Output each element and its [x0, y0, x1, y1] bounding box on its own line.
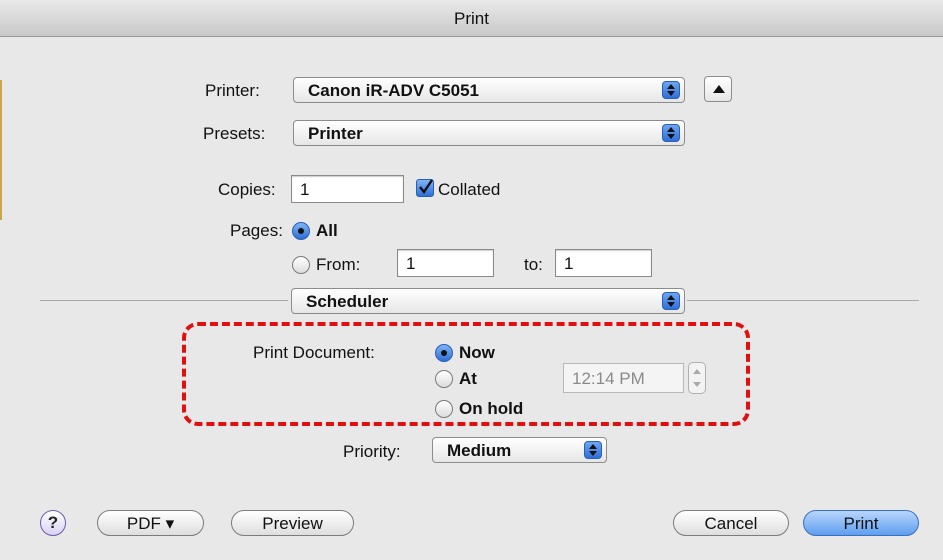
time-input[interactable]: 12:14 PM: [563, 363, 684, 393]
priority-value: Medium: [447, 441, 512, 460]
separator-left: [40, 300, 288, 301]
pdf-button-label: PDF ▾: [126, 514, 175, 533]
cancel-button-label: Cancel: [704, 514, 758, 533]
disclosure-triangle-button[interactable]: [704, 76, 732, 102]
panel-value: Scheduler: [306, 292, 389, 311]
print-now-radio[interactable]: [435, 344, 453, 362]
pages-all-radio[interactable]: [292, 222, 310, 240]
print-now-label: Now: [459, 343, 495, 362]
pages-from-input[interactable]: 1: [397, 249, 494, 277]
pages-from-radio[interactable]: [292, 256, 310, 274]
title-bar: Print: [0, 0, 943, 37]
popup-arrows-icon: [662, 81, 680, 99]
preview-button-label: Preview: [262, 514, 323, 533]
copies-value: 1: [300, 180, 310, 199]
print-at-label: At: [459, 369, 477, 388]
popup-arrows-icon: [662, 124, 680, 142]
priority-label: Priority:: [343, 442, 401, 461]
print-on-hold-label: On hold: [459, 399, 524, 418]
print-document-label: Print Document:: [253, 343, 375, 362]
pages-from-label: From:: [316, 255, 361, 274]
window-title: Print: [454, 9, 489, 28]
copies-input[interactable]: 1: [291, 175, 404, 203]
pages-from-value: 1: [406, 254, 416, 273]
pages-to-value: 1: [564, 254, 574, 273]
collated-checkbox[interactable]: [416, 179, 434, 197]
pages-all-label: All: [316, 221, 338, 240]
popup-arrows-icon: [584, 441, 602, 459]
preview-button[interactable]: Preview: [231, 510, 354, 536]
collated-label: Collated: [438, 180, 501, 199]
pdf-button[interactable]: PDF ▾: [97, 510, 204, 536]
help-icon: ?: [47, 513, 59, 532]
cancel-button[interactable]: Cancel: [673, 510, 789, 536]
checkmark-icon: [419, 179, 433, 195]
presets-label: Presets:: [203, 124, 266, 143]
priority-popup[interactable]: Medium: [432, 437, 607, 463]
help-button[interactable]: ?: [40, 510, 66, 536]
pages-to-label: to:: [524, 255, 543, 274]
printer-value: Canon iR-ADV C5051: [308, 81, 479, 100]
printer-popup[interactable]: Canon iR-ADV C5051: [293, 77, 685, 103]
panel-popup[interactable]: Scheduler: [291, 288, 685, 314]
time-value: 12:14 PM: [572, 369, 645, 388]
print-button-label: Print: [843, 514, 879, 533]
time-stepper[interactable]: [688, 362, 706, 394]
presets-popup[interactable]: Printer: [293, 120, 685, 146]
pages-label: Pages:: [230, 221, 283, 240]
print-on-hold-radio[interactable]: [435, 400, 453, 418]
window-edge: [0, 80, 2, 220]
print-button[interactable]: Print: [803, 510, 919, 536]
print-at-radio[interactable]: [435, 370, 453, 388]
pages-to-input[interactable]: 1: [555, 249, 652, 277]
separator-right: [687, 300, 919, 301]
presets-value: Printer: [308, 124, 363, 143]
popup-arrows-icon: [662, 292, 680, 310]
printer-label: Printer:: [205, 81, 260, 100]
copies-label: Copies:: [218, 180, 276, 199]
